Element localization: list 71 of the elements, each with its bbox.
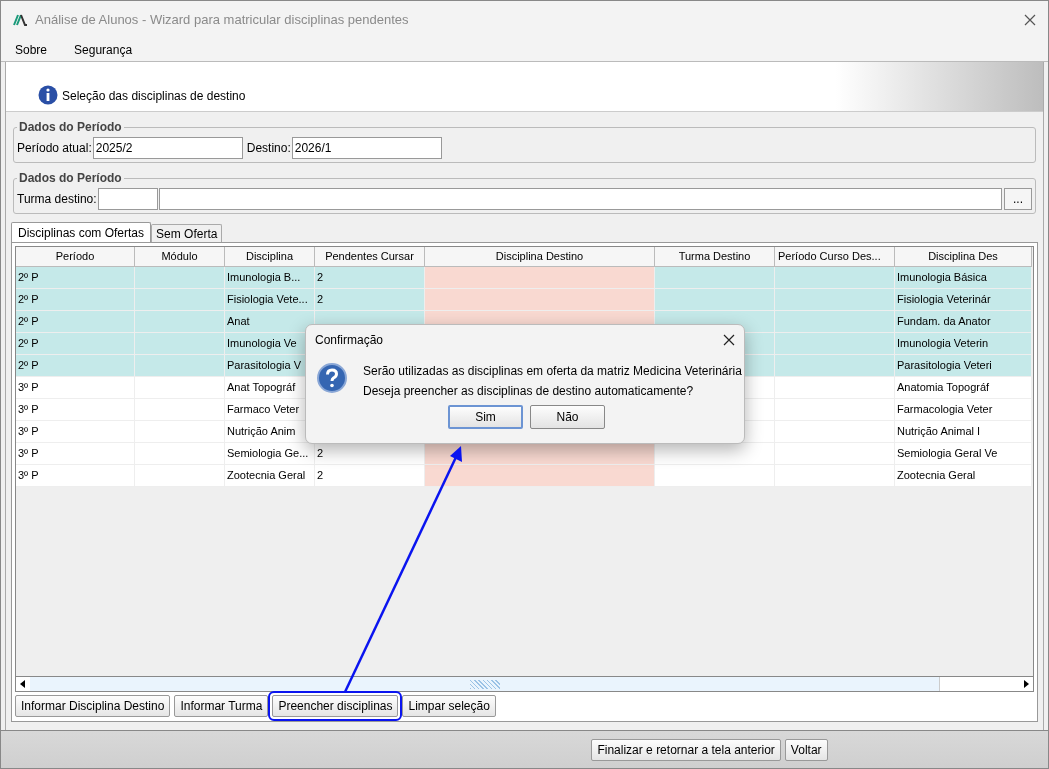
field-label: Período atual: — [17, 140, 92, 157]
table-cell: 3º P — [16, 443, 135, 465]
table-cell: Parasitologia Veteri — [895, 355, 1032, 377]
table-cell: Farmacologia Veter — [895, 399, 1032, 421]
table-cell: Zootecnia Geral — [895, 465, 1032, 487]
table-cell: 2 — [315, 465, 425, 487]
text-field[interactable]: 2026/1 — [291, 137, 442, 159]
table-cell: 2º P — [16, 355, 135, 377]
field-label: Turma destino: — [17, 191, 97, 208]
table-cell: Semiologia Ge... — [225, 443, 315, 465]
name-field[interactable] — [158, 188, 1002, 210]
text-field[interactable]: 2025/2 — [92, 137, 243, 159]
menu-item[interactable]: Segurança — [67, 40, 140, 59]
menu-item[interactable]: Sobre — [8, 40, 55, 59]
app-logo-icon — [13, 13, 27, 26]
column-header[interactable]: Módulo — [135, 247, 225, 267]
right-arrow-icon[interactable] — [1023, 680, 1029, 688]
browse-button[interactable]: ... — [1004, 188, 1032, 210]
action-button[interactable]: Limpar seleção — [402, 695, 496, 717]
column-header[interactable]: Período Curso Des... — [775, 247, 895, 267]
dialog-button[interactable]: Sim — [448, 405, 523, 429]
dialog-title: Confirmação — [315, 332, 385, 349]
left-arrow-icon[interactable] — [20, 680, 26, 688]
table-cell: 2º P — [16, 289, 135, 311]
table-cell: 3º P — [16, 399, 135, 421]
table-cell: Fisiologia Veterinár — [895, 289, 1032, 311]
table-cell: Anat — [225, 311, 315, 333]
column-header[interactable]: Disciplina — [225, 247, 315, 267]
table-cell: Imunologia Básica — [895, 267, 1032, 289]
table-cell: Nutrição Animal I — [895, 421, 1032, 443]
group-title: Dados do Período — [18, 119, 123, 136]
action-button[interactable]: Informar Disciplina Destino — [15, 695, 171, 717]
question-icon — [317, 363, 347, 393]
horizontal-scrollbar[interactable] — [15, 677, 1034, 692]
tab[interactable]: Sem Oferta — [151, 224, 223, 242]
window-title: Análise de Alunos - Wizard para matricular disciplinas pendentes — [35, 10, 410, 29]
table-cell: Imunologia Veterin — [895, 333, 1032, 355]
table-cell: Zootecnia Geral — [225, 465, 315, 487]
column-header[interactable]: Disciplina Destino — [425, 247, 655, 267]
table-cell: 2 — [315, 289, 425, 311]
table-cell: 2 — [315, 267, 425, 289]
table-cell: Fisiologia Vete... — [225, 289, 315, 311]
table-cell: Semiologia Geral Ve — [895, 443, 1032, 465]
info-icon — [38, 85, 58, 105]
table-cell: 3º P — [16, 377, 135, 399]
tab[interactable]: Disciplinas com Ofertas — [11, 222, 152, 242]
table-cell: 3º P — [16, 421, 135, 443]
table-cell: 3º P — [16, 465, 135, 487]
table-cell: Anatomia Topográf — [895, 377, 1032, 399]
table-cell: 2º P — [16, 267, 135, 289]
table-cell: 2º P — [16, 311, 135, 333]
column-header[interactable]: Pendentes Cursar — [315, 247, 425, 267]
dialog-button[interactable]: Não — [530, 405, 605, 429]
close-icon[interactable] — [1024, 13, 1036, 26]
column-header[interactable]: Período — [16, 247, 135, 267]
table-cell: Imunologia B... — [225, 267, 315, 289]
group-title: Dados do Período — [18, 170, 123, 187]
column-header[interactable]: Turma Destino — [655, 247, 775, 267]
footer-button[interactable]: Voltar — [784, 738, 828, 761]
footer-button[interactable]: Finalizar e retornar a tela anterior — [591, 738, 781, 761]
column-header[interactable]: Disciplina Des — [895, 247, 1032, 267]
action-button[interactable]: Informar Turma — [174, 695, 269, 717]
code-field[interactable] — [97, 188, 158, 210]
field-label: Destino: — [246, 140, 291, 157]
close-icon[interactable] — [723, 334, 735, 346]
dialog-message: Deseja preencher as disciplinas de destino automaticamente? — [363, 383, 694, 399]
table-cell: Fundam. da Anator — [895, 311, 1032, 333]
dialog-message: Serão utilizadas as disciplinas em oferta da matriz Medicina Veterinária — [363, 363, 742, 379]
header-text: Seleção das disciplinas de destino — [62, 88, 246, 105]
table-cell: 2 — [315, 443, 425, 465]
table-cell: 2º P — [16, 333, 135, 355]
